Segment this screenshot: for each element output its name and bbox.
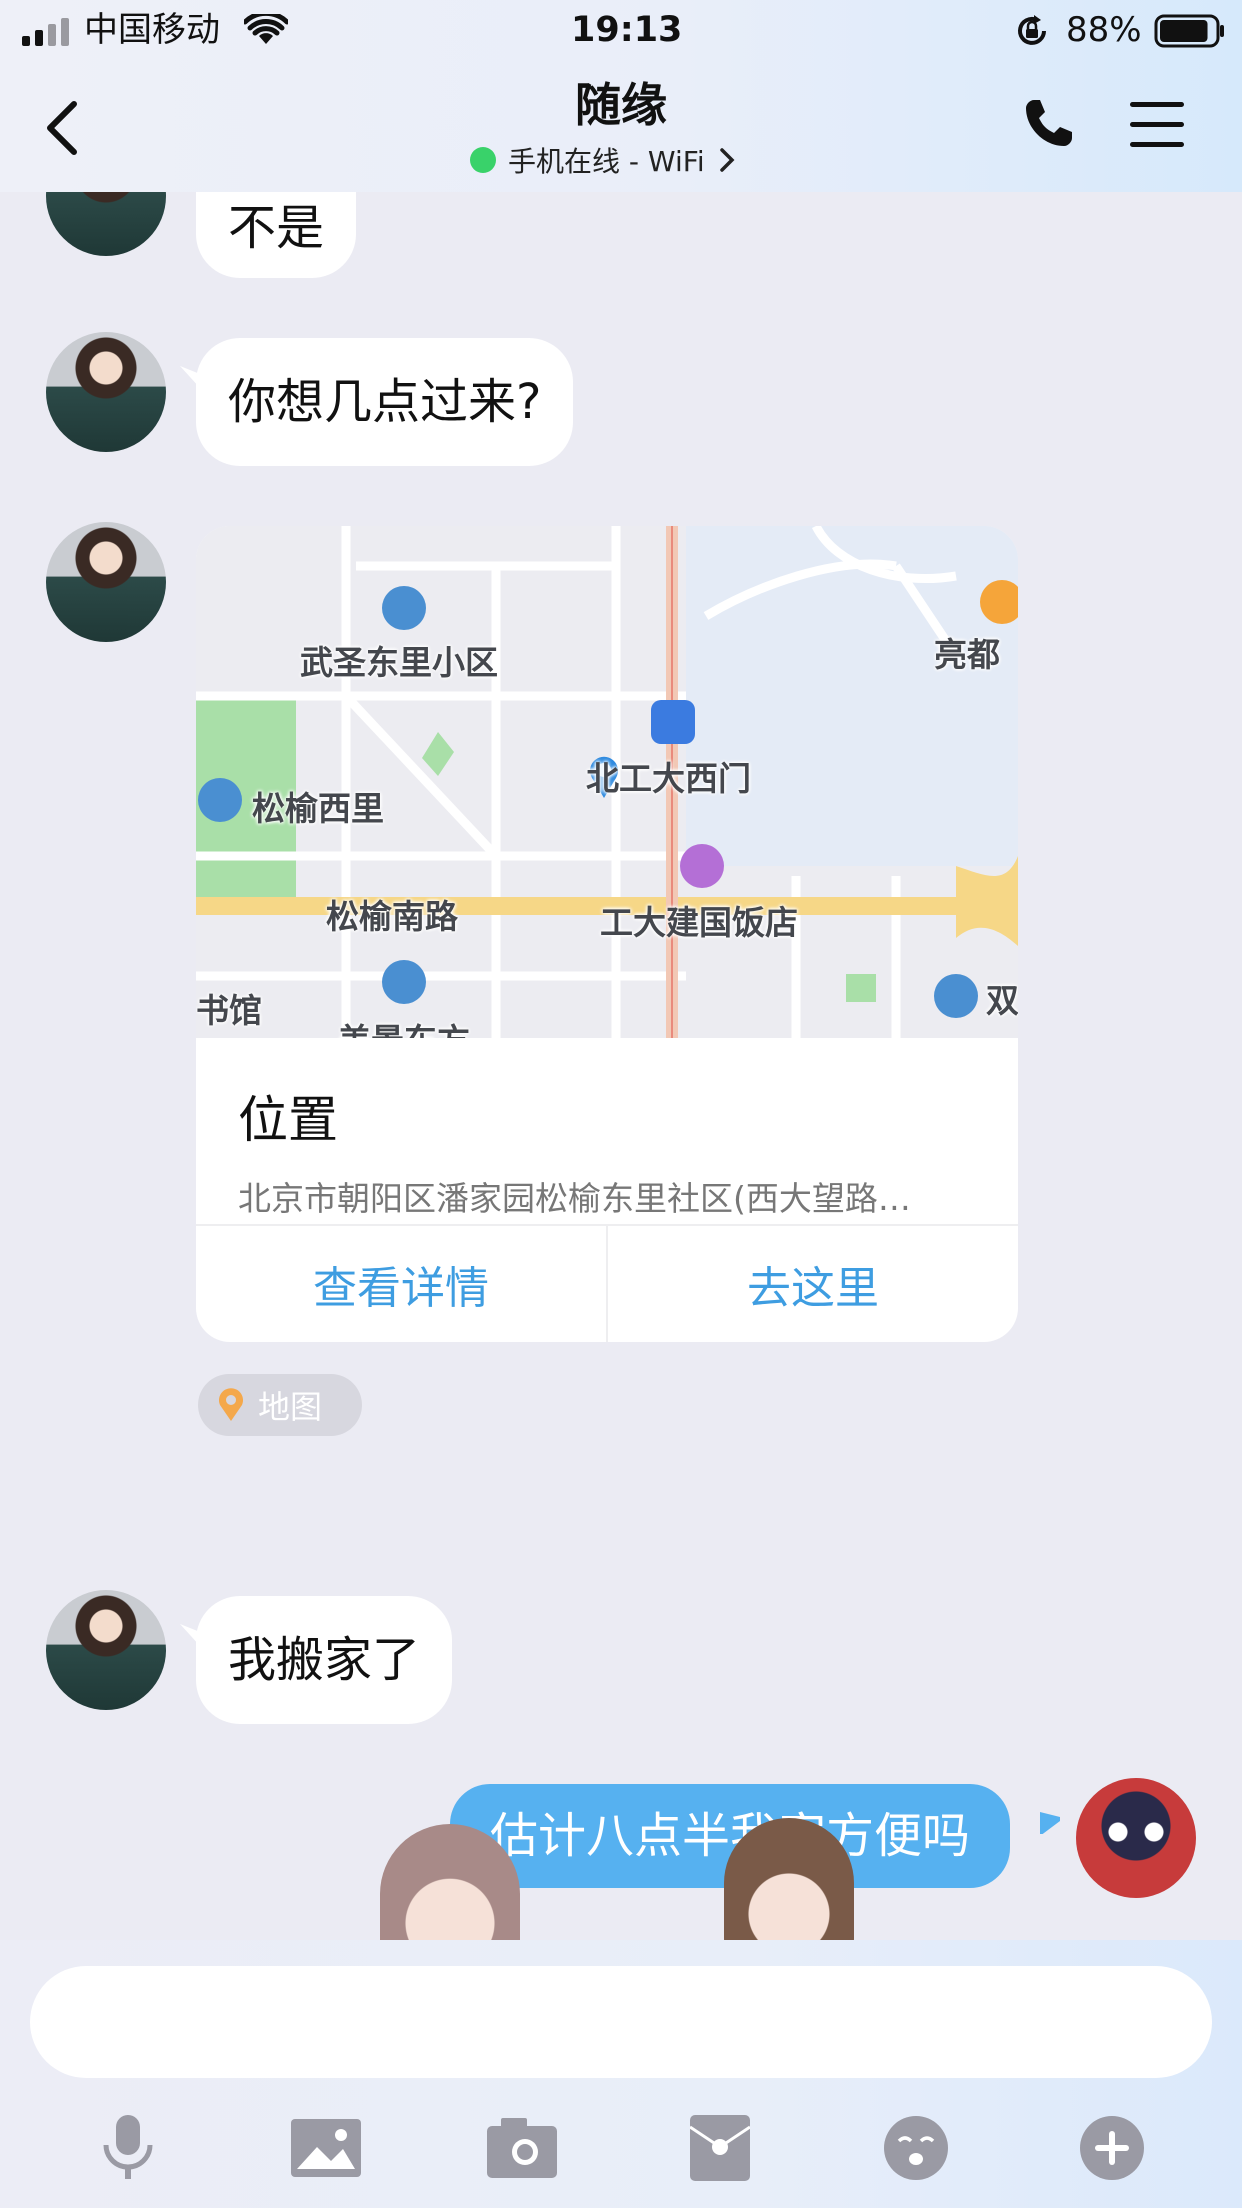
signal-icon [22, 18, 69, 46]
contact-avatar[interactable] [46, 192, 166, 256]
emoji-icon [884, 2116, 948, 2180]
building-poi-icon[interactable] [382, 586, 426, 630]
my-avatar[interactable] [1076, 1778, 1196, 1898]
hotel-poi-icon[interactable] [680, 844, 724, 888]
online-dot [470, 147, 496, 173]
map-label: 松榆南路 [326, 897, 458, 936]
location-title: 位置 [238, 1091, 338, 1149]
location-actions: 查看详情 去这里 [196, 1224, 1018, 1342]
building-poi-icon[interactable] [934, 974, 978, 1018]
navigate-button[interactable]: 去这里 [606, 1226, 1018, 1342]
map-tag-label: 地图 [258, 1388, 323, 1426]
voice-icon [103, 2115, 153, 2179]
chat-title[interactable]: 随缘 [471, 74, 771, 136]
clock: 19:13 [571, 10, 683, 50]
map-label: 美景东方 [338, 1014, 470, 1038]
map-pin-icon [219, 1388, 243, 1421]
contact-avatar[interactable] [46, 522, 166, 642]
bubble-decoration-boy [724, 1818, 854, 1940]
camera-button[interactable] [482, 2108, 562, 2188]
contact-avatar[interactable] [46, 1590, 166, 1710]
map-source-tag[interactable]: 地图 [198, 1374, 362, 1436]
rotation-lock-icon [1018, 15, 1046, 45]
message-text: 不是 [228, 200, 325, 256]
map-label: 书馆 [196, 991, 262, 1030]
more-button[interactable] [1072, 2108, 1152, 2188]
map-label: 双 [986, 981, 1018, 1020]
location-card[interactable]: 武圣东里小区 亮都 北工大西门 松榆西里 松榆南路 工大建国饭店 书馆 美景东方… [196, 526, 1018, 1342]
red-packet-button[interactable] [680, 2108, 760, 2188]
chat-screen: 中国移动 19:13 88% 随缘 手机在线 - WiFi 不是 你想几点过来?… [0, 0, 1242, 2208]
nav-bar: 随缘 手机在线 - WiFi [0, 60, 1242, 192]
location-address: 北京市朝阳区潘家园松榆东里社区(西大望路… [238, 1179, 911, 1218]
map-label: 武圣东里小区 [300, 643, 498, 682]
presence-text: 手机在线 - WiFi [508, 145, 705, 178]
view-details-button[interactable]: 查看详情 [196, 1226, 606, 1342]
menu-icon[interactable] [1130, 102, 1184, 148]
map-label: 工大建国饭店 [600, 903, 798, 942]
carrier-name: 中国移动 [84, 10, 220, 50]
status-bar: 中国移动 19:13 88% [0, 0, 1242, 60]
message-text: 我搬家了 [228, 1632, 421, 1688]
message-bubble[interactable]: 我搬家了 [196, 1596, 453, 1724]
battery-percent: 88% [1066, 10, 1142, 50]
message-text: 你想几点过来? [228, 374, 542, 430]
image-icon [291, 2119, 361, 2177]
subway-poi-icon[interactable] [651, 700, 695, 744]
message-bubble[interactable]: 不是 [196, 192, 357, 278]
map-label: 亮都 [934, 635, 1000, 674]
emoji-button[interactable] [876, 2108, 956, 2188]
message-bubble[interactable]: 你想几点过来? [196, 338, 574, 466]
bubble-tail [1040, 1812, 1060, 1834]
map-preview[interactable]: 武圣东里小区 亮都 北工大西门 松榆西里 松榆南路 工大建国饭店 书馆 美景东方… [196, 526, 1018, 1038]
input-bar [0, 1940, 1242, 2208]
phone-icon[interactable] [1022, 96, 1076, 150]
voice-button[interactable] [88, 2108, 168, 2188]
shop-poi-icon[interactable] [980, 580, 1018, 624]
map-label: 松榆西里 [252, 789, 384, 828]
top-bar: 中国移动 19:13 88% 随缘 手机在线 - WiFi [0, 0, 1242, 192]
wifi-icon [244, 14, 288, 44]
presence-status[interactable]: 手机在线 - WiFi [470, 140, 737, 180]
map-label: 北工大西门 [586, 759, 751, 798]
battery-icon [1154, 14, 1224, 48]
red-packet-icon [690, 2115, 750, 2181]
camera-icon [487, 2118, 557, 2178]
message-list[interactable]: 不是 你想几点过来? 武圣东里小区 亮都 北工大西门 松榆西里 松榆南路 工大建… [0, 192, 1242, 1940]
back-icon[interactable] [40, 98, 90, 158]
building-poi-icon[interactable] [382, 960, 426, 1004]
chevron-right-icon [719, 148, 735, 172]
building-poi-icon[interactable] [198, 778, 242, 822]
plus-icon [1080, 2116, 1144, 2180]
message-input[interactable] [30, 1966, 1212, 2078]
contact-avatar[interactable] [46, 332, 166, 452]
image-button[interactable] [286, 2108, 366, 2188]
